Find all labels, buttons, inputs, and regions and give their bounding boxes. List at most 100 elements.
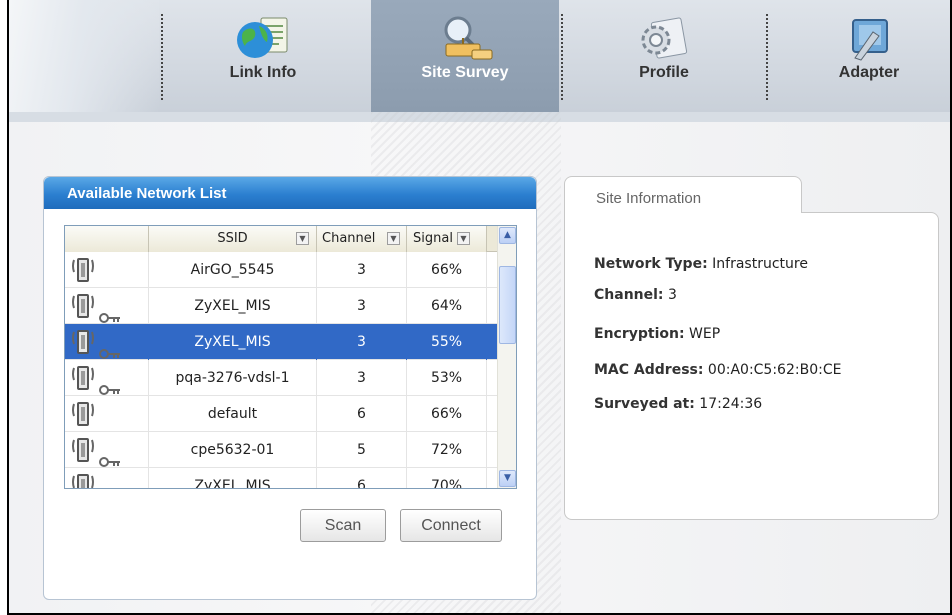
scroll-down-button[interactable]: ▼ <box>499 470 516 487</box>
column-filter-icon[interactable]: ▼ <box>457 232 470 245</box>
row-icon-cell <box>65 396 149 432</box>
key-icon <box>99 373 121 396</box>
channel-cell: 3 <box>317 324 407 360</box>
column-filter-icon[interactable]: ▼ <box>387 232 400 245</box>
ssid-cell: ZyXEL_MIS <box>149 288 317 324</box>
nav-decoration <box>9 0 159 112</box>
encryption-label: Encryption: <box>594 326 685 342</box>
encryption-line: Encryption: WEP <box>594 326 720 342</box>
surveyed-at-line: Surveyed at: 17:24:36 <box>594 396 762 412</box>
signal-cell: 64% <box>407 288 487 324</box>
globe-document-icon <box>233 14 293 66</box>
scrollbar-thumb[interactable] <box>499 266 516 344</box>
channel-value: 3 <box>667 287 677 303</box>
nav-profile[interactable]: Profile <box>589 0 739 112</box>
tab-joint <box>565 210 801 214</box>
access-point-icon <box>70 256 96 288</box>
network-table[interactable]: SSID ▼ Channel ▼ Signal ▼ AirGO_5545 3 66%… <box>64 225 517 489</box>
content-area: Available Network List SSID ▼ Channel ▼ … <box>9 112 950 613</box>
surveyed-at-value: 17:24:36 <box>699 396 763 412</box>
channel-label: Channel: <box>594 287 664 303</box>
access-point-icon <box>70 364 96 396</box>
surveyed-at-label: Surveyed at: <box>594 396 695 412</box>
channel-cell: 5 <box>317 432 407 468</box>
table-row[interactable]: ZyXEL_MIS 6 70% <box>65 468 498 488</box>
site-survey-icon <box>432 14 498 66</box>
signal-cell: 53% <box>407 360 487 396</box>
table-row[interactable]: ZyXEL_MIS 3 55% <box>65 324 498 360</box>
mac-address-value: 00:A0:C5:62:B0:CE <box>707 362 842 378</box>
ssid-cell: default <box>149 396 317 432</box>
channel-cell: 3 <box>317 288 407 324</box>
nav-label: Link Info <box>229 64 297 81</box>
column-header-ssid[interactable]: SSID ▼ <box>149 226 317 252</box>
row-icon-cell <box>65 324 149 360</box>
nav-site-survey[interactable]: Site Survey <box>371 0 559 112</box>
network-list-panel: Available Network List SSID ▼ Channel ▼ … <box>43 176 537 600</box>
signal-cell: 70% <box>407 468 487 488</box>
nav-divider <box>561 14 563 100</box>
table-row[interactable]: ZyXEL_MIS 3 64% <box>65 288 498 324</box>
key-icon <box>99 301 121 324</box>
ssid-cell: ZyXEL_MIS <box>149 324 317 360</box>
signal-cell: 55% <box>407 324 487 360</box>
channel-cell: 3 <box>317 252 407 288</box>
access-point-icon <box>70 436 96 468</box>
nav-link-info[interactable]: Link Info <box>189 0 337 112</box>
nav-label: Site Survey <box>421 64 509 81</box>
column-header-label: SSID <box>217 231 248 246</box>
network-type-label: Network Type: <box>594 256 708 272</box>
table-header: SSID ▼ Channel ▼ Signal ▼ <box>65 226 498 252</box>
nav-divider <box>766 14 768 100</box>
gear-document-icon <box>636 14 692 66</box>
row-icon-cell <box>65 252 149 288</box>
table-row[interactable]: cpe5632-01 5 72% <box>65 432 498 468</box>
nav-label: Adapter <box>838 64 900 81</box>
nav-divider <box>161 14 163 100</box>
column-header-label: Signal <box>413 231 453 246</box>
vertical-scrollbar[interactable]: ▲ ▼ <box>497 226 516 488</box>
column-header-label: Channel <box>322 231 376 246</box>
site-information-panel: Network Type: Infrastructure Channel: 3 … <box>564 212 939 520</box>
top-nav: Link Info Site Survey Profile Adapter <box>9 0 950 112</box>
channel-cell: 3 <box>317 360 407 396</box>
access-point-icon <box>70 400 96 432</box>
key-icon <box>99 445 121 468</box>
row-icon-cell <box>65 360 149 396</box>
column-header-icon <box>65 226 149 252</box>
channel-cell: 6 <box>317 468 407 488</box>
column-header-signal[interactable]: Signal ▼ <box>407 226 487 252</box>
mac-address-line: MAC Address: 00:A0:C5:62:B0:CE <box>594 362 841 378</box>
column-header-channel[interactable]: Channel ▼ <box>317 226 407 252</box>
nav-adapter[interactable]: Adapter <box>794 0 944 112</box>
nav-label: Profile <box>639 64 689 81</box>
scan-button[interactable]: Scan <box>300 509 386 542</box>
network-list-title: Available Network List <box>44 177 536 209</box>
table-row[interactable]: pqa-3276-vdsl-1 3 53% <box>65 360 498 396</box>
network-rows: AirGO_5545 3 66% ZyXEL_MIS 3 64% ZyXEL_MIS 3 55%… <box>65 252 498 488</box>
key-icon <box>99 481 121 488</box>
row-icon-cell <box>65 468 149 488</box>
ssid-cell: cpe5632-01 <box>149 432 317 468</box>
channel-line: Channel: 3 <box>594 287 677 303</box>
access-point-icon <box>70 292 96 324</box>
encryption-value: WEP <box>689 326 721 342</box>
signal-cell: 66% <box>407 396 487 432</box>
row-icon-cell <box>65 432 149 468</box>
app-window: Link Info Site Survey Profile Adapter Av… <box>7 0 952 615</box>
ssid-cell: AirGO_5545 <box>149 252 317 288</box>
access-point-icon <box>70 472 96 488</box>
access-point-icon <box>70 328 96 360</box>
scroll-up-button[interactable]: ▲ <box>499 227 516 244</box>
table-row[interactable]: AirGO_5545 3 66% <box>65 252 498 288</box>
connect-button[interactable]: Connect <box>400 509 502 542</box>
mac-address-label: MAC Address: <box>594 362 704 378</box>
ssid-cell: ZyXEL_MIS <box>149 468 317 488</box>
ssid-cell: pqa-3276-vdsl-1 <box>149 360 317 396</box>
table-row[interactable]: default 6 66% <box>65 396 498 432</box>
signal-cell: 66% <box>407 252 487 288</box>
column-filter-icon[interactable]: ▼ <box>296 232 309 245</box>
adapter-icon <box>843 14 895 66</box>
key-icon <box>99 337 121 360</box>
network-type-line: Network Type: Infrastructure <box>594 256 808 272</box>
